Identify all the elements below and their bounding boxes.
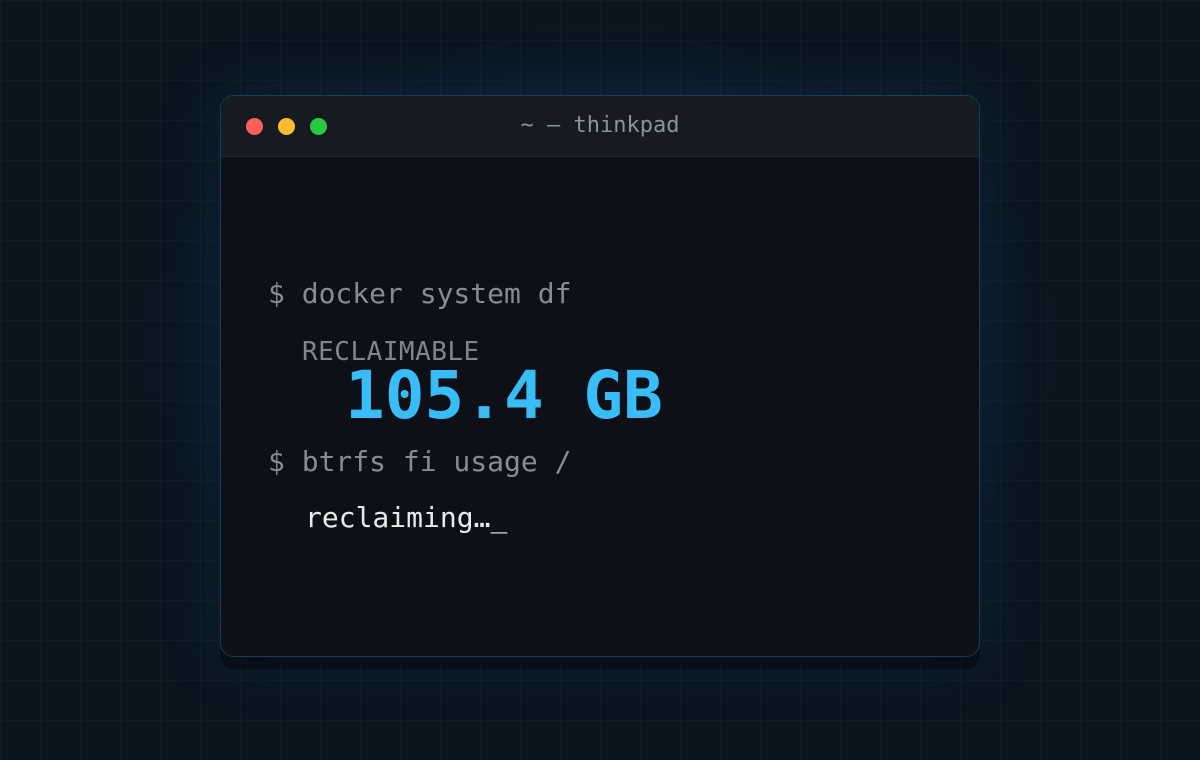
terminal-window: ~ — thinkpad $ docker system df RECLAIMA…	[220, 95, 980, 657]
terminal-output[interactable]: $ docker system df RECLAIMABLE 105.4 GB …	[221, 157, 979, 656]
title-bar[interactable]: ~ — thinkpad	[221, 96, 979, 157]
status-line: reclaiming…_	[305, 501, 507, 534]
text-cursor: _	[490, 501, 508, 534]
window-title: ~ — thinkpad	[520, 113, 680, 138]
command-docker-system-df: $ docker system df	[268, 277, 572, 310]
reclaimable-value: 105.4 GB	[345, 357, 663, 434]
status-text: reclaiming…	[305, 501, 491, 534]
command-btrfs-usage: $ btrfs fi usage /	[268, 445, 572, 478]
